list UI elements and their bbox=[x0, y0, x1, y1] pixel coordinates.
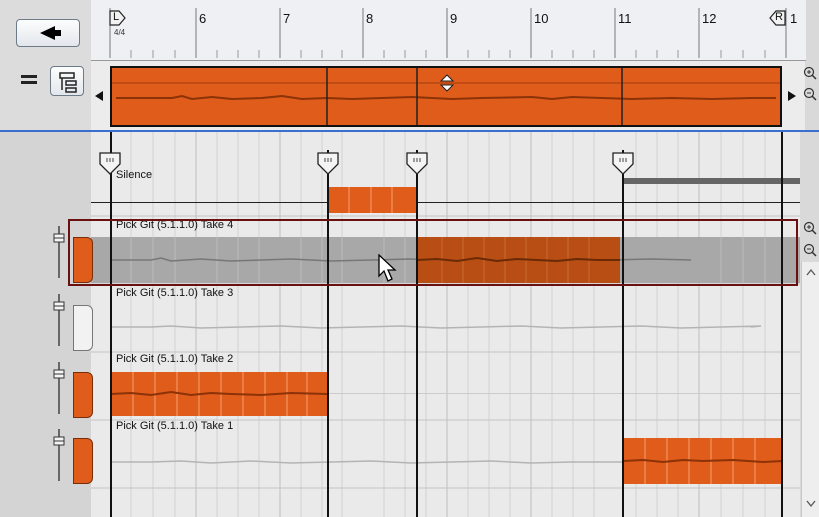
comp-lane-line bbox=[91, 202, 800, 203]
fader-icon bbox=[53, 226, 65, 278]
comp-lane-dark-segment bbox=[624, 178, 800, 184]
left-locator-label: L bbox=[113, 11, 120, 23]
fader-icon bbox=[53, 362, 65, 414]
take-3-fader[interactable] bbox=[52, 292, 66, 348]
lane-tree-button[interactable] bbox=[50, 66, 84, 96]
scroll-left-icon[interactable] bbox=[94, 90, 104, 102]
comp-marker-icon[interactable] bbox=[317, 152, 339, 176]
bar-number: 8 bbox=[366, 11, 374, 26]
bar-number: 11 bbox=[618, 11, 632, 26]
left-triangle-icon bbox=[40, 26, 61, 40]
silence-label: Silence bbox=[116, 169, 153, 181]
time-signature: 4/4 bbox=[114, 28, 126, 37]
take-1-tab[interactable] bbox=[73, 438, 93, 484]
fader-icon bbox=[53, 429, 65, 481]
range-boundary-left bbox=[110, 132, 112, 517]
lane-tree-icon bbox=[59, 72, 77, 93]
take-2-label: Pick Git (5.1.1.0) Take 2 bbox=[116, 353, 234, 365]
bar-number: 7 bbox=[283, 11, 291, 26]
take-lane-3[interactable] bbox=[91, 305, 800, 351]
lane-zoom-out-icon[interactable] bbox=[803, 243, 817, 257]
take-3-tab[interactable] bbox=[73, 305, 93, 351]
comp-boundary-line bbox=[416, 150, 418, 517]
take-2-active-segment[interactable] bbox=[110, 372, 328, 416]
comp-marker-icon[interactable] bbox=[99, 152, 121, 176]
comp-boundary-line bbox=[327, 150, 329, 517]
bar-number: 1 bbox=[790, 11, 798, 26]
take-lanes-editor: 6 7 8 9 10 11 12 1 L 4/4 R Silence Pick … bbox=[0, 0, 819, 517]
take-1-label: Pick Git (5.1.1.0) Take 1 bbox=[116, 420, 234, 432]
take-1-active-segment[interactable] bbox=[622, 438, 784, 484]
ruler-ticks bbox=[109, 8, 787, 58]
take-3-label: Pick Git (5.1.1.0) Take 3 bbox=[116, 287, 234, 299]
vertical-scrollbar[interactable] bbox=[801, 262, 819, 517]
fader-icon bbox=[53, 294, 65, 346]
comp-boundary-line bbox=[622, 150, 624, 517]
list-lines-icon[interactable] bbox=[20, 73, 38, 87]
zoom-out-icon[interactable] bbox=[803, 87, 817, 101]
drag-handle-icon[interactable] bbox=[440, 74, 454, 92]
bar-number: 9 bbox=[450, 11, 458, 26]
take-4-tab[interactable] bbox=[73, 237, 93, 283]
take-2-waveform bbox=[110, 372, 328, 416]
comp-marker-icon[interactable] bbox=[406, 152, 428, 176]
selection-frame bbox=[68, 219, 798, 286]
scroll-right-icon[interactable] bbox=[787, 90, 797, 102]
bar-number: 10 bbox=[534, 11, 549, 26]
take-2-tab[interactable] bbox=[73, 372, 93, 418]
take-1-fader[interactable] bbox=[52, 427, 66, 483]
scroll-up-icon[interactable] bbox=[806, 268, 816, 276]
segment-grid bbox=[348, 187, 393, 213]
left-locator[interactable]: L bbox=[109, 10, 127, 28]
right-locator[interactable]: R bbox=[768, 10, 786, 28]
comp-marker-icon[interactable] bbox=[612, 152, 634, 176]
take-1-segment-waveform bbox=[622, 438, 784, 484]
ruler[interactable]: 6 7 8 9 10 11 12 1 L 4/4 R bbox=[91, 0, 806, 61]
scroll-down-icon[interactable] bbox=[806, 500, 816, 508]
comp-lane-orange-segment[interactable] bbox=[328, 187, 417, 213]
lane-zoom-in-icon[interactable] bbox=[803, 221, 817, 235]
take-3-waveform bbox=[111, 325, 762, 329]
bar-number: 6 bbox=[199, 11, 207, 26]
bar-number: 12 bbox=[702, 11, 717, 26]
range-boundary-right bbox=[781, 132, 783, 517]
back-button[interactable] bbox=[16, 19, 80, 47]
zoom-in-icon[interactable] bbox=[803, 66, 817, 80]
take-4-fader[interactable] bbox=[52, 224, 66, 280]
mouse-cursor-icon bbox=[378, 254, 397, 282]
overview-region[interactable] bbox=[110, 66, 782, 127]
take-lane-2-line bbox=[327, 393, 800, 394]
right-locator-label: R bbox=[775, 11, 783, 23]
take-2-fader[interactable] bbox=[52, 360, 66, 416]
